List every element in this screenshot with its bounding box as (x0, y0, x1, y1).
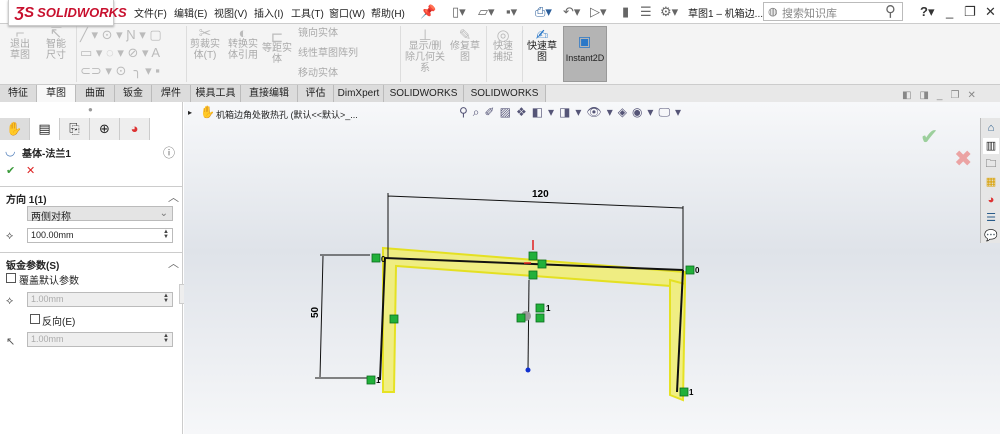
dimension-120-label[interactable]: 120 (532, 189, 549, 200)
relation-label: 1 (689, 388, 694, 397)
origin-point (525, 367, 531, 373)
task-pane: ⌂ ▥ 🗀 ▦ ◕ ☰ 💬 (980, 118, 1000, 243)
dimension-50-lines (315, 254, 370, 379)
solidworks-logo[interactable]: ƷS SOLIDWORKS (8, 0, 127, 26)
centerline (527, 279, 530, 371)
view-palette-icon[interactable]: ▦ (983, 174, 999, 190)
sketch-geometry: 120 50 0 0 1 1 1 (310, 189, 700, 402)
home-icon[interactable]: ⌂ (983, 120, 999, 136)
flange-preview-body (382, 246, 686, 393)
relation-label: 1 (546, 304, 551, 313)
relation-label: 0 (381, 255, 386, 264)
dimension-50-label[interactable]: 50 (310, 306, 321, 318)
custom-properties-icon[interactable]: ☰ (983, 210, 999, 226)
relation-label: 0 (695, 266, 700, 275)
design-library-icon[interactable]: ▥ (983, 138, 999, 154)
file-explorer-icon[interactable]: 🗀 (983, 156, 999, 172)
forum-icon[interactable]: 💬 (983, 228, 999, 244)
logo-text: SOLIDWORKS (37, 5, 127, 20)
relation-label: 1 (376, 376, 381, 385)
appearances-icon[interactable]: ◕ (983, 192, 999, 208)
